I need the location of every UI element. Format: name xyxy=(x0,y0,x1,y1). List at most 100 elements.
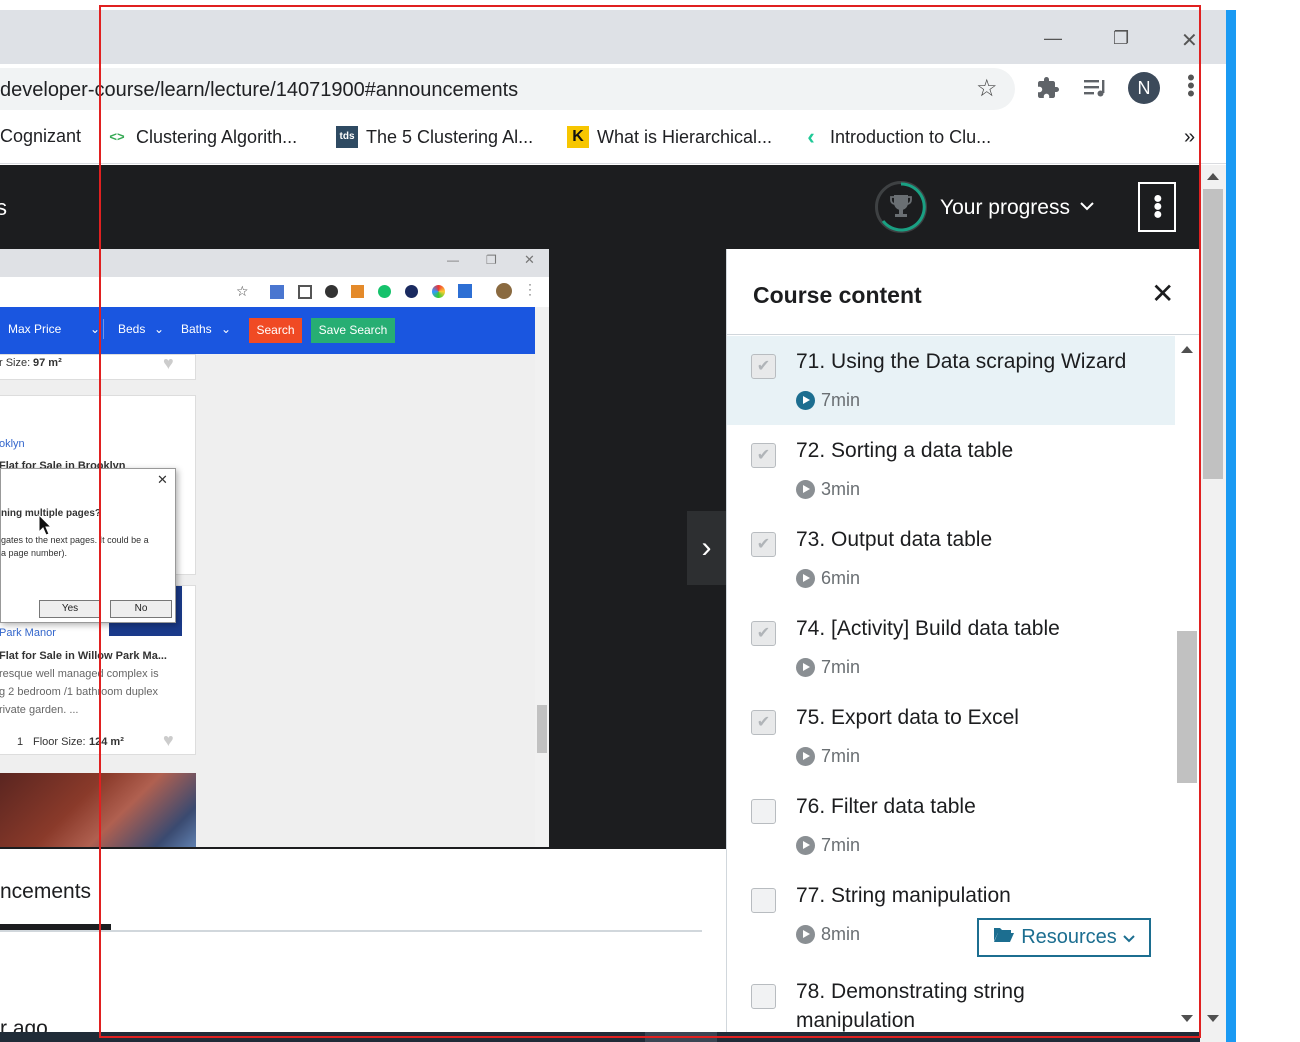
media-queue-icon[interactable] xyxy=(1083,76,1109,105)
video-nav-max-price: Max Price xyxy=(8,322,62,336)
duration-text: 7min xyxy=(821,657,861,677)
completed-checkbox[interactable]: ✔ xyxy=(751,532,776,557)
sidebar-title: Course content xyxy=(753,282,922,308)
close-icon[interactable]: ✕ xyxy=(1151,277,1174,310)
lecture-duration: 7min xyxy=(796,746,860,767)
lecture-title: 75. Export data to Excel xyxy=(796,706,1019,729)
lecture-item[interactable]: ✔ 75. Export data to Excel 7min xyxy=(727,692,1175,781)
trophy-icon xyxy=(890,194,912,225)
more-options-button[interactable]: ● ● ● xyxy=(1138,182,1176,232)
extensions-icon[interactable] xyxy=(1036,76,1060,106)
chevron-down-icon xyxy=(1123,926,1135,949)
lecture-title: 73. Output data table xyxy=(796,528,993,551)
video-ext-icon-6 xyxy=(405,285,418,298)
video-player[interactable]: — ❐ ✕ ☆ · · · Max Price ⌄ Beds ⌄ Baths ⌄ S… xyxy=(0,249,726,849)
video-listing-photo xyxy=(0,773,196,847)
video-ext-icon-8 xyxy=(458,284,472,298)
k-icon: K xyxy=(567,126,589,148)
bookmark-item-3[interactable]: K What is Hierarchical... xyxy=(567,126,772,148)
lecture-duration: 7min xyxy=(796,835,860,856)
video-ext-icon-7 xyxy=(432,285,445,298)
lecture-title: 71. Using the Data scraping Wizard xyxy=(796,350,1127,373)
lecture-duration: 7min xyxy=(796,390,860,411)
taskbar xyxy=(0,1032,1200,1042)
video-dialog-close-icon: ✕ xyxy=(157,472,168,487)
video-star-icon: ☆ xyxy=(236,283,249,299)
duration-text: 7min xyxy=(821,835,861,855)
taskbar-item[interactable] xyxy=(645,1032,717,1042)
duration-text: 3min xyxy=(821,479,861,499)
video-scrollbar xyxy=(535,307,549,847)
video-dialog-body-1: gates to the next pages. It could be a xyxy=(1,535,149,545)
page-scroll-down-icon[interactable] xyxy=(1207,1015,1219,1022)
browser-menu-icon[interactable]: • • • xyxy=(1186,67,1196,105)
video-card3-size-label: Floor Size: xyxy=(33,736,86,748)
chevron-down-icon[interactable] xyxy=(1080,198,1094,216)
video-dialog-body-2: a page number). xyxy=(1,548,68,558)
video-search-button: Search xyxy=(249,318,302,343)
close-window-icon[interactable]: ✕ xyxy=(1181,28,1198,53)
your-progress-button[interactable]: Your progress xyxy=(940,196,1070,220)
video-card1-size-label: r Size: xyxy=(0,357,31,369)
completed-checkbox[interactable]: ✔ xyxy=(751,710,776,735)
bookmark-item-4[interactable]: ‹ Introduction to Clu... xyxy=(800,126,991,148)
bookmark-label: Cognizant xyxy=(0,126,82,146)
play-circle-icon xyxy=(796,836,815,855)
progress-ring[interactable] xyxy=(875,181,927,233)
bookmark-item-2[interactable]: tds The 5 Clustering Al... xyxy=(336,126,533,148)
profile-avatar[interactable]: N xyxy=(1128,72,1160,104)
video-menu-icon: · · · xyxy=(528,277,532,301)
incomplete-checkbox[interactable] xyxy=(751,888,776,913)
lecture-item[interactable]: 76. Filter data table 7min xyxy=(727,781,1175,870)
lecture-item[interactable]: ✔ 71. Using the Data scraping Wizard 7mi… xyxy=(727,336,1175,425)
incomplete-checkbox[interactable] xyxy=(751,799,776,824)
video-listing-card-1: r Size: 97 m² ♥ xyxy=(0,353,196,380)
lecture-title: 74. [Activity] Build data table xyxy=(796,617,1060,640)
video-ext-icon-2 xyxy=(298,285,312,299)
video-card3-baths: 1 xyxy=(17,736,24,748)
page-scroll-thumb[interactable] xyxy=(1203,189,1223,479)
bookmark-label: Clustering Algorith... xyxy=(136,126,298,147)
resources-button[interactable]: Resources xyxy=(977,918,1151,957)
lecture-item[interactable]: ✔ 73. Output data table 6min xyxy=(727,514,1175,603)
lecture-item[interactable]: ✔ 74. [Activity] Build data table 7min xyxy=(727,603,1175,692)
more-bookmarks-button[interactable]: » xyxy=(1184,126,1195,149)
lecture-title: 78. Demonstrating string xyxy=(796,980,1025,1003)
video-card3-title: Flat for Sale in Willow Park Ma... xyxy=(0,650,167,662)
lecture-duration: 3min xyxy=(796,479,860,500)
video-nav-chevron-icon: ⌄ xyxy=(154,322,165,336)
video-ext-icon-4 xyxy=(351,285,364,298)
bookmark-item-1[interactable]: <> Clustering Algorith... xyxy=(106,126,297,148)
bookmark-item-0[interactable]: Cognizant xyxy=(0,126,81,147)
page-scroll-up-icon[interactable] xyxy=(1207,173,1219,180)
video-close-icon: ✕ xyxy=(524,252,535,267)
video-avatar xyxy=(496,283,512,299)
video-nav-baths: Baths xyxy=(181,322,212,336)
page-scrollbar[interactable] xyxy=(1200,165,1226,1042)
url-text[interactable]: developer-course/learn/lecture/14071900#… xyxy=(0,79,518,102)
restore-icon[interactable]: ❐ xyxy=(1113,28,1129,49)
completed-checkbox[interactable]: ✔ xyxy=(751,354,776,379)
completed-checkbox[interactable]: ✔ xyxy=(751,443,776,468)
play-circle-icon xyxy=(796,569,815,588)
lecture-title-line2: manipulation xyxy=(796,1009,916,1032)
resources-label: Resources xyxy=(1021,926,1117,948)
video-heart-icon: ♥ xyxy=(163,353,174,373)
incomplete-checkbox[interactable] xyxy=(751,984,776,1009)
tab-announcements[interactable]: ncements xyxy=(0,880,91,904)
star-icon[interactable]: ☆ xyxy=(976,74,998,103)
minimize-icon[interactable]: — xyxy=(1044,28,1062,49)
scroll-up-icon[interactable] xyxy=(1181,346,1193,353)
lecture-item[interactable]: 78. Demonstrating string manipulation xyxy=(727,966,1175,1042)
next-lecture-button[interactable]: › xyxy=(687,511,726,585)
tabs-divider xyxy=(0,930,702,932)
address-bar-row: developer-course/learn/lecture/14071900#… xyxy=(0,64,1226,116)
scroll-down-icon[interactable] xyxy=(1181,1015,1193,1022)
omnibox[interactable]: developer-course/learn/lecture/14071900#… xyxy=(0,68,1015,110)
sidebar-scroll-thumb[interactable] xyxy=(1177,631,1197,783)
lecture-title: 76. Filter data table xyxy=(796,795,976,818)
lecture-item[interactable]: ✔ 72. Sorting a data table 3min xyxy=(727,425,1175,514)
video-dialog: ✕ ning multiple pages? gates to the next… xyxy=(0,468,176,623)
video-card3-desc-3: rivate garden. ... xyxy=(0,704,79,716)
completed-checkbox[interactable]: ✔ xyxy=(751,621,776,646)
